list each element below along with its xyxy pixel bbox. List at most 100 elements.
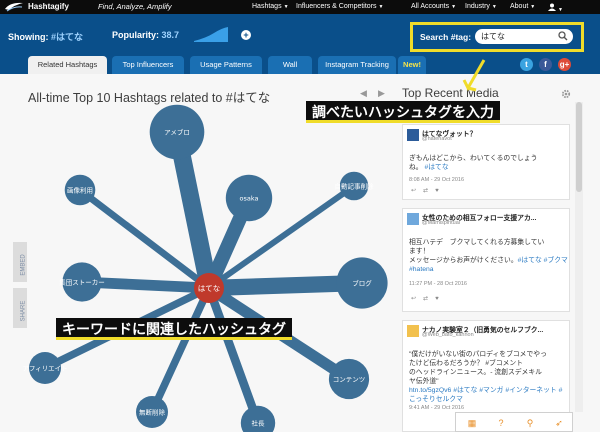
tweet-handle[interactable]: @Mamispiritual	[422, 220, 460, 226]
tweet-line: ね。	[409, 164, 423, 171]
search-label: Search #tag:	[420, 32, 472, 42]
graph-node[interactable]: 社長	[240, 405, 276, 432]
user-menu[interactable]: ▼	[548, 3, 563, 13]
tweet-line: のヘッドラインニュース。- 流創スデメキル	[409, 369, 542, 376]
add-hashtag-button[interactable]: +	[241, 30, 251, 40]
popularity-sparkline-icon	[194, 27, 228, 42]
tweet-card[interactable]: はてなヴォット？ @hatenavot ぎもんはどこから、わいてくるのでしょう …	[402, 124, 570, 200]
tab-instagram-tracking[interactable]: Instagram Tracking	[318, 56, 396, 74]
hashtagify-logo-icon[interactable]	[4, 1, 24, 12]
graph-edge	[148, 284, 213, 416]
nav-hashtags[interactable]: Hashtags ▼	[252, 3, 289, 10]
help-icon[interactable]: ?	[487, 415, 515, 431]
avatar[interactable]	[407, 325, 419, 337]
callout-arrow-icon	[462, 59, 486, 92]
graph-node-label: 集団ストーカー	[59, 278, 105, 287]
graph-node-label: アメブロ	[164, 128, 190, 137]
nav-influencers[interactable]: Influencers & Competitors ▼	[296, 3, 384, 10]
graph-node-label: コンテンツ	[333, 376, 366, 384]
showing-label: Showing:	[8, 32, 49, 42]
tweet-hashtag[interactable]: htn.to/5gzQv6 #はてな #マンガ #インターネット #こっそりセル…	[409, 386, 569, 404]
scroll-thumb[interactable]	[576, 102, 582, 192]
nav-industry-label: Industry	[465, 3, 490, 10]
graph-node[interactable]: osaka	[225, 174, 273, 222]
graph-node-label: 社長	[252, 419, 266, 428]
tweet-hashtag[interactable]: #はてな	[424, 164, 448, 171]
search-callout: 調べたいハッシュタグを入力	[306, 101, 500, 123]
facebook-icon[interactable]: f	[539, 58, 552, 71]
graph-node[interactable]: コンテンツ	[328, 358, 370, 400]
graph-node[interactable]: 画像利用	[64, 174, 96, 206]
graph-node-label: ブログ	[352, 279, 372, 288]
tweet-body: ぎもんはどこから、わいてくるのでしょう ね。 #はてな	[409, 154, 537, 172]
prev-arrow-icon[interactable]: ◀	[360, 88, 367, 99]
tab-usage-patterns[interactable]: Usage Patterns	[190, 56, 262, 74]
rocket-icon[interactable]: ➶	[545, 415, 573, 431]
graph-node[interactable]: アメブロ	[149, 104, 205, 160]
popularity-label: Popularity:	[112, 30, 160, 40]
next-arrow-icon[interactable]: ▶	[378, 88, 385, 99]
tweet-line: ます！	[409, 248, 430, 255]
nav-hashtags-label: Hashtags	[252, 3, 282, 10]
tweet-line: たけど伝わるだろうか？ #ブコメント	[409, 360, 524, 367]
nav-influencers-label: Influencers & Competitors	[296, 3, 377, 10]
graph-node[interactable]: ブログ	[336, 257, 388, 309]
retweet-icon[interactable]: ⇄	[423, 188, 435, 194]
search-icon[interactable]: ⚲	[516, 415, 544, 431]
like-icon[interactable]: ♥	[435, 188, 446, 194]
top-nav: Hashtagify Find, Analyze, Amplify Hashta…	[0, 0, 600, 14]
recent-media-scrollbar[interactable]	[575, 102, 583, 412]
showing-hashtag: Showing: #はてな	[8, 30, 83, 43]
tweet-body: "僕だけがいない街のパロディをブコメでやっ たけど伝わるだろうか？ #ブコメント…	[409, 350, 569, 404]
nav-about-label: About	[510, 3, 529, 10]
reply-icon[interactable]: ↩	[411, 296, 423, 302]
chevron-down-icon: ▼	[378, 4, 384, 10]
tweet-time[interactable]: 11:27 PM - 28 Oct 2016	[409, 281, 467, 287]
graph-node[interactable]: 集団ストーカー	[59, 262, 105, 302]
chevron-down-icon: ▼	[530, 4, 536, 10]
tweet-actions: ↩⇄♥	[411, 187, 446, 194]
tweet-card[interactable]: 女性のための相互フォロー支援アカ... @Mamispiritual 相互ハテデ…	[402, 208, 570, 312]
tweet-time[interactable]: 9:41 AM - 29 Oct 2016	[409, 405, 464, 411]
google-plus-icon[interactable]: g+	[558, 58, 571, 71]
tweet-body: 相互ハテデ ブクマしてくれる方募集してい ます！ メッセージからお声がけください…	[409, 238, 569, 274]
tweet-handle[interactable]: @hatenavot	[422, 136, 452, 142]
gear-icon[interactable]	[561, 89, 571, 99]
popularity: Popularity: 38.7	[112, 30, 179, 40]
search-icon[interactable]	[558, 31, 568, 41]
brand-name[interactable]: Hashtagify	[28, 2, 69, 11]
tab-new-badge[interactable]: New!	[398, 56, 426, 74]
graph-node-label: 自動記事削除	[335, 182, 375, 191]
retweet-icon[interactable]: ⇄	[423, 296, 435, 302]
reply-icon[interactable]: ↩	[411, 188, 423, 194]
graph-node-label: アフィリエイト	[22, 365, 67, 373]
popularity-value: 38.7	[161, 30, 180, 40]
twitter-icon[interactable]: t	[520, 58, 533, 71]
calendar-icon[interactable]: ▦	[458, 415, 486, 431]
graph-node[interactable]: 無断削除	[136, 396, 168, 428]
nav-all-accounts[interactable]: All Accounts ▼	[411, 3, 456, 10]
tab-wall[interactable]: Wall	[268, 56, 312, 74]
chevron-down-icon: ▼	[491, 4, 497, 10]
floating-toolbar: ▦ ? ⚲ ➶	[455, 412, 573, 432]
graph-node-label: 無断削除	[139, 408, 166, 417]
tab-top-influencers[interactable]: Top Influencers	[112, 56, 184, 74]
related-callout: キーワードに関連したハッシュタグ	[56, 318, 292, 340]
like-icon[interactable]: ♥	[435, 296, 446, 302]
nav-about[interactable]: About ▼	[510, 3, 535, 10]
tab-related-hashtags[interactable]: Related Hashtags	[28, 56, 107, 74]
tweet-line: 相互ハテデ ブクマしてくれる方募集してい	[409, 239, 545, 246]
chevron-down-icon: ▼	[283, 4, 289, 10]
avatar[interactable]	[407, 213, 419, 225]
graph-node-label: 画像利用	[67, 186, 93, 195]
tweet-line: メッセージからお声がけください。	[409, 257, 518, 264]
tweet-time[interactable]: 8:08 AM - 29 Oct 2016	[409, 177, 464, 183]
chevron-down-icon: ▼	[558, 7, 563, 13]
nav-industry[interactable]: Industry ▼	[465, 3, 497, 10]
graph-node-label: osaka	[240, 195, 259, 203]
tweet-handle[interactable]: @Web_bato_kannon	[422, 332, 474, 338]
avatar[interactable]	[407, 129, 419, 141]
tweet-line: "僕だけがいない街のパロディをブコメでやっ	[409, 351, 547, 358]
tweet-line: ぎもんはどこから、わいてくるのでしょう	[409, 155, 538, 162]
tweet-actions: ↩⇄♥	[411, 295, 446, 302]
